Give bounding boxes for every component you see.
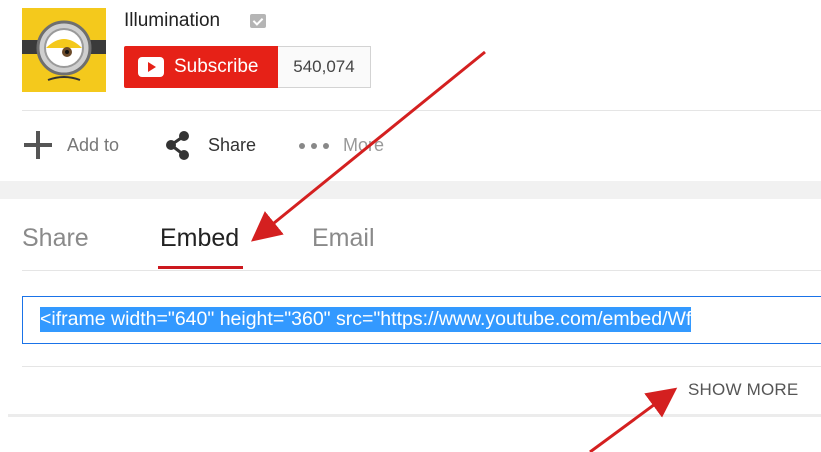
annotation-arrows [251,50,678,452]
arrow-to-show-more [589,387,678,452]
arrow-to-embed-tab [251,50,486,242]
